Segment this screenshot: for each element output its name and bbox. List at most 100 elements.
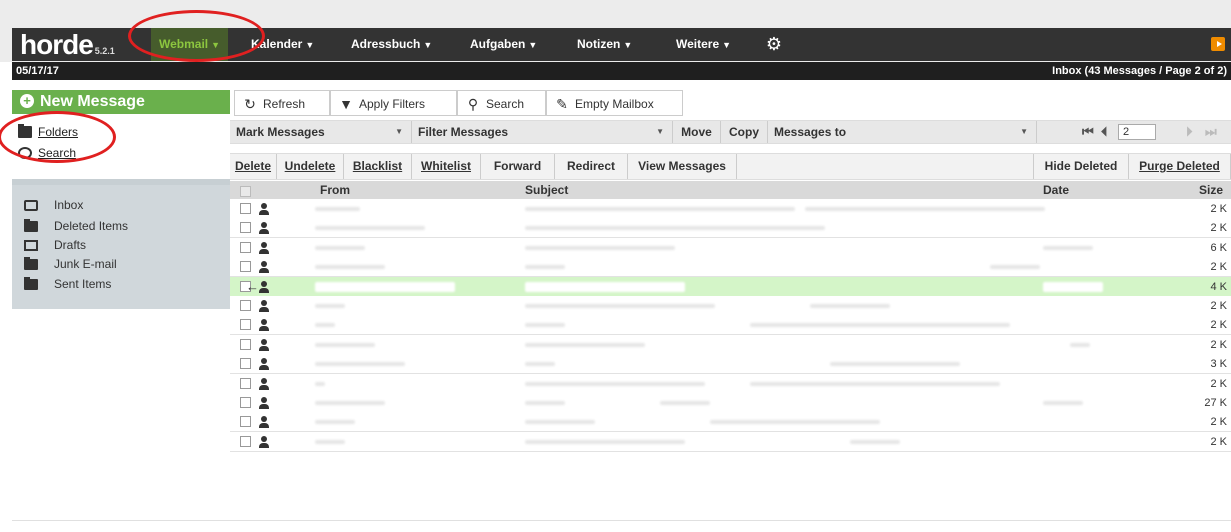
nav-webmail[interactable]: Webmail ▼ (151, 28, 229, 61)
folder-drafts[interactable]: Drafts (12, 236, 230, 255)
message-actions-bar: Delete Undelete Blacklist Whitelist Forw… (230, 153, 1231, 180)
column-subject[interactable]: Subject (525, 181, 568, 199)
previous-page-icon[interactable]: ⏴ (1101, 121, 1108, 143)
purge-deleted-button[interactable]: Purge Deleted (1129, 154, 1231, 179)
folder-inbox[interactable]: Inbox (12, 196, 230, 215)
top-bar: horde 5.2.1 Webmail ▼ Kalender ▼ Adressbuch… (0, 0, 1231, 62)
message-row[interactable]: 27 K (230, 393, 1231, 413)
current-date: 05/17/17 (16, 65, 59, 77)
redacted-text (525, 265, 565, 270)
nav-aufgaben[interactable]: Aufgaben ▼ (462, 28, 545, 61)
search-button[interactable]: ⚲ Search (457, 90, 546, 116)
blacklist-button[interactable]: Blacklist (344, 154, 412, 179)
redacted-text (525, 342, 645, 347)
refresh-button[interactable]: ↻ Refresh (234, 90, 330, 116)
chevron-down-icon: ▼ (211, 40, 221, 50)
message-size: 2 K (1210, 319, 1227, 332)
row-checkbox[interactable] (240, 300, 251, 311)
redacted-text (315, 207, 360, 211)
message-row[interactable]: 2 K (230, 334, 1231, 355)
redacted-text (525, 245, 675, 250)
undelete-button[interactable]: Undelete (277, 154, 344, 179)
empty-mailbox-button[interactable]: ✎ Empty Mailbox (546, 90, 683, 116)
main-toolbar: ↻ Refresh ▼ Apply Filters ⚲ Search ✎ Empty M… (230, 90, 1231, 116)
redacted-text (525, 226, 825, 231)
redacted-text (315, 323, 335, 328)
forward-button[interactable]: Forward (481, 154, 555, 179)
message-row[interactable]: 2 K (230, 412, 1231, 433)
row-checkbox[interactable] (240, 435, 251, 447)
column-date[interactable]: Date (1043, 181, 1069, 199)
column-from[interactable]: From (320, 181, 350, 199)
message-size: 2 K (1210, 416, 1227, 429)
mark-messages-select[interactable]: Mark Messages ▼ (230, 121, 412, 143)
sidebar-link-folders[interactable]: Folders (12, 122, 230, 143)
search-icon (18, 147, 32, 159)
copy-button[interactable]: Copy (721, 121, 768, 143)
view-messages-button[interactable]: View Messages (628, 154, 737, 179)
message-row[interactable]: 3 K (230, 354, 1231, 375)
contact-person-icon (258, 338, 270, 352)
row-checkbox[interactable] (240, 358, 251, 370)
whitelist-button[interactable]: Whitelist (412, 154, 481, 179)
horde-logo[interactable]: horde 5.2.1 (20, 28, 115, 61)
new-message-button[interactable]: + New Message (12, 90, 230, 114)
apply-filters-button[interactable]: ▼ Apply Filters (330, 90, 457, 116)
nav-kalender[interactable]: Kalender ▼ (243, 28, 322, 61)
folder-icon (24, 277, 38, 290)
folder-sent-items[interactable]: Sent Items (12, 275, 230, 294)
message-row[interactable]: 2 K (230, 431, 1231, 452)
message-row[interactable]: 2 K (230, 373, 1231, 394)
first-page-icon[interactable]: ⏮ (1082, 121, 1094, 143)
message-row[interactable]: 2 K (230, 257, 1231, 278)
nav-notizen[interactable]: Notizen ▼ (569, 28, 640, 61)
row-checkbox[interactable] (240, 222, 251, 234)
page-number-input[interactable]: 2 (1118, 124, 1156, 140)
column-size[interactable]: Size (1199, 181, 1223, 199)
message-row[interactable]: ← 4 K (230, 276, 1231, 297)
row-checkbox[interactable] (240, 416, 251, 428)
message-row[interactable]: 2 K (230, 315, 1231, 336)
row-checkbox[interactable] (240, 241, 251, 253)
nav-weitere[interactable]: Weitere ▼ (668, 28, 739, 61)
action-toolbar: Mark Messages ▼ Filter Messages ▼ Move Cop… (230, 120, 1231, 144)
redacted-text (990, 265, 1040, 270)
nav-adressbuch[interactable]: Adressbuch ▼ (343, 28, 440, 61)
message-row[interactable]: 2 K (230, 296, 1231, 316)
message-row[interactable]: 2 K (230, 199, 1231, 219)
last-page-icon[interactable]: ⏭ (1205, 121, 1217, 143)
folder-junk[interactable]: Junk E-mail (12, 255, 230, 274)
redirect-button[interactable]: Redirect (555, 154, 628, 179)
gear-icon[interactable]: ⚙ (764, 34, 784, 54)
delete-button[interactable]: Delete (230, 154, 277, 179)
redacted-text (525, 304, 715, 308)
row-checkbox[interactable] (240, 319, 251, 331)
logout-icon[interactable] (1211, 37, 1225, 51)
row-checkbox[interactable] (240, 261, 251, 273)
filter-messages-select[interactable]: Filter Messages ▼ (412, 121, 673, 143)
sidebar-link-search[interactable]: Search (12, 143, 230, 164)
redacted-text (315, 420, 355, 425)
redacted-text (710, 420, 880, 425)
filter-icon: ▼ (339, 96, 353, 112)
messages-to-select[interactable]: Messages to ▼ (768, 121, 1037, 143)
message-row[interactable]: 2 K (230, 218, 1231, 239)
folder-deleted-items[interactable]: Deleted Items (12, 217, 230, 236)
redacted-text (315, 304, 345, 308)
row-checkbox[interactable] (240, 377, 251, 389)
contact-person-icon (258, 202, 270, 216)
redacted-text (850, 439, 900, 444)
horde-webmail-window: horde 5.2.1 Webmail ▼ Kalender ▼ Adressbuch… (0, 0, 1231, 532)
chevron-down-icon: ▼ (623, 40, 633, 50)
chevron-down-icon: ▼ (305, 40, 315, 50)
next-page-icon[interactable]: ⏵ (1186, 121, 1193, 143)
redacted-text (1070, 342, 1090, 347)
hide-deleted-button[interactable]: Hide Deleted (1033, 154, 1129, 179)
row-checkbox[interactable] (240, 338, 251, 350)
row-checkbox[interactable] (240, 397, 251, 408)
message-size: 4 K (1210, 280, 1227, 293)
message-row[interactable]: 6 K (230, 237, 1231, 258)
row-checkbox[interactable] (240, 203, 251, 214)
move-button[interactable]: Move (673, 121, 721, 143)
redacted-text (525, 362, 555, 367)
